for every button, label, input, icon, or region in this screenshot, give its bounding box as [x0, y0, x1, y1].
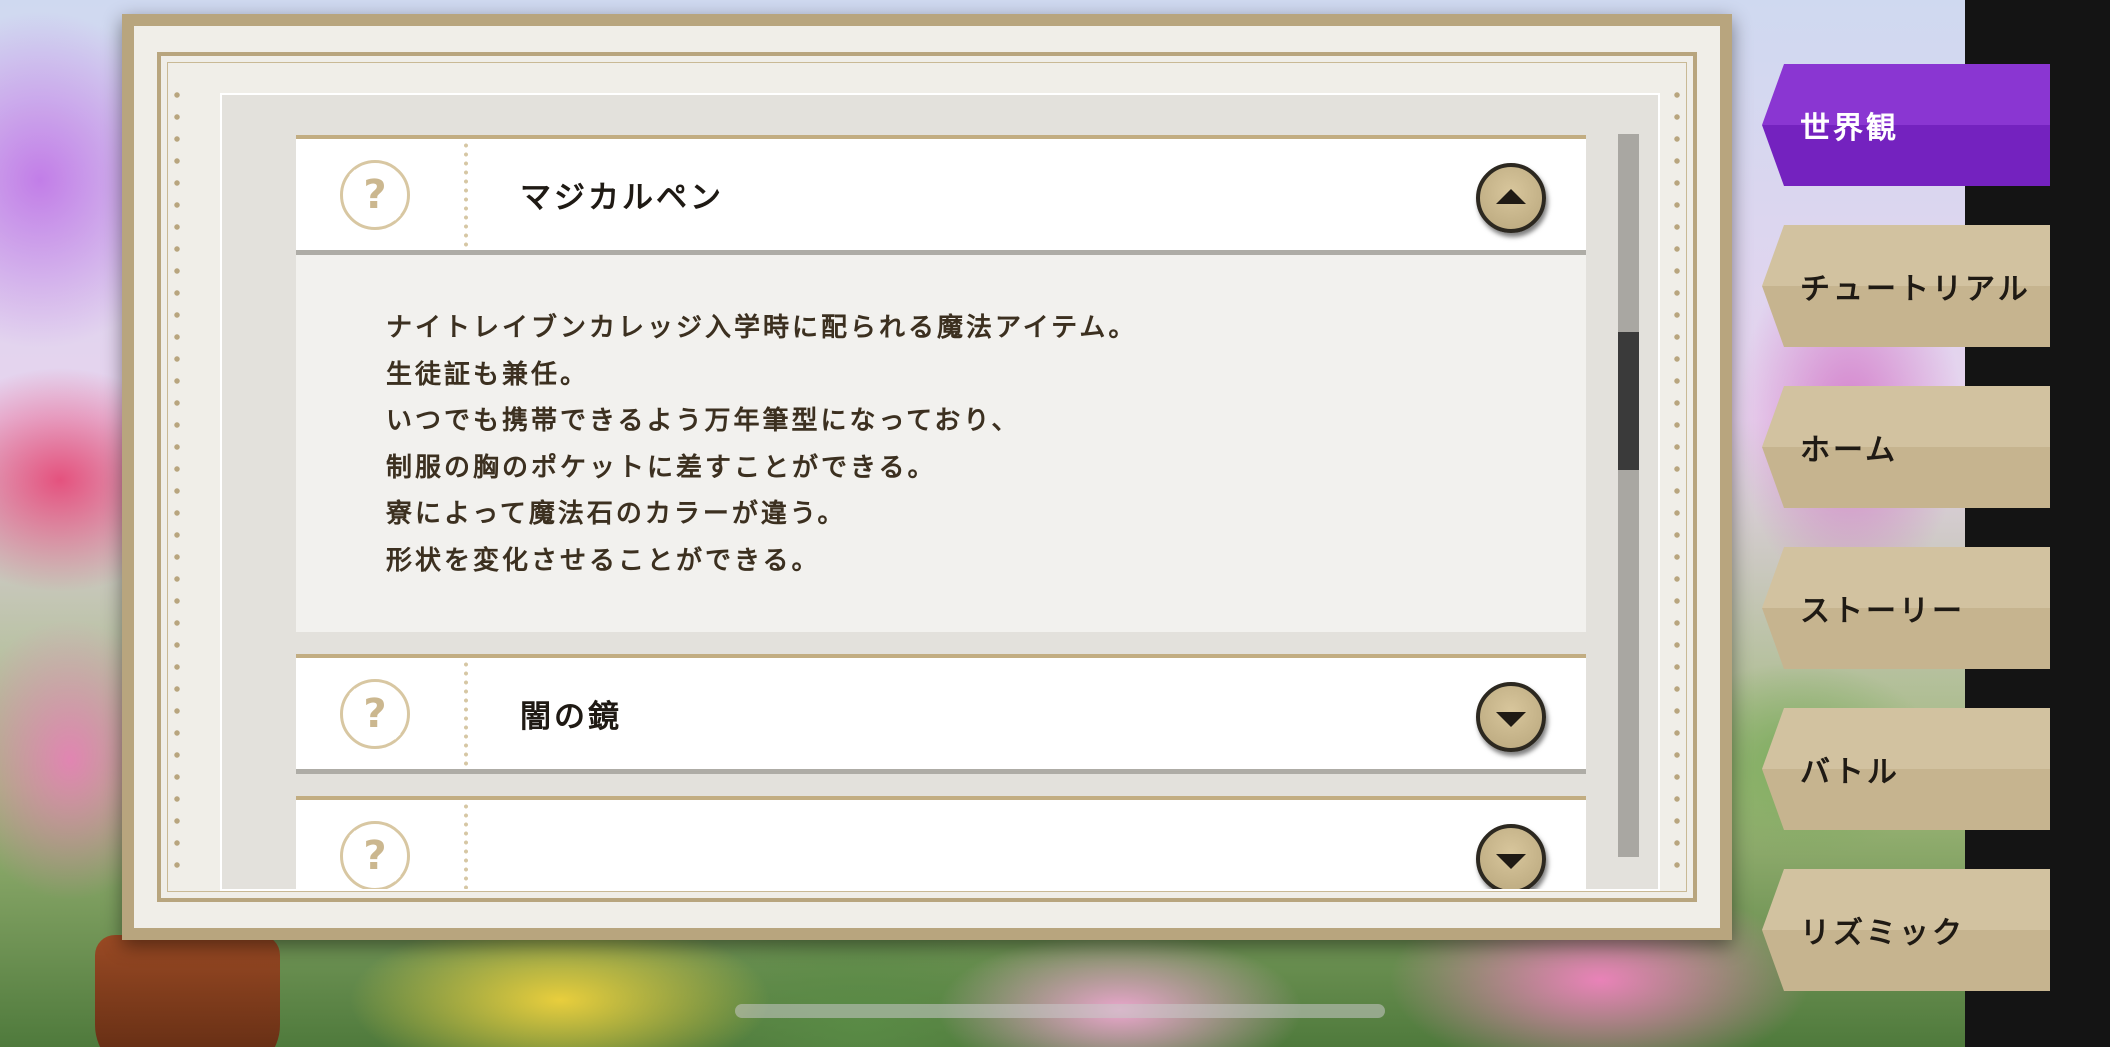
dotted-border-right	[1674, 84, 1680, 870]
description-line: 制服の胸のポケットに差すことができる。	[386, 452, 937, 483]
dotted-border-left	[174, 84, 180, 870]
tab-tutorial[interactable]: チュートリアル	[1762, 225, 2050, 347]
description-line: 生徒証も兼任。	[386, 359, 590, 390]
accordion-item-partial: ?	[296, 796, 1586, 889]
accordion-list: ? マジカルペン ナイトレイブンカレッジ入学時に配られる魔法アイテム。 生徒証も…	[296, 135, 1586, 889]
scrollbar-track[interactable]	[1618, 134, 1639, 857]
description-line: いつでも携帯できるよう万年筆型になっており、	[386, 406, 1021, 436]
chevron-down-icon	[1496, 853, 1526, 869]
accordion-header[interactable]: ? 闇の鏡	[296, 654, 1586, 774]
bottom-scroll-indicator	[735, 1004, 1385, 1018]
chevron-up-icon	[1496, 188, 1526, 204]
glossary-list-container[interactable]: ? マジカルペン ナイトレイブンカレッジ入学時に配られる魔法アイテム。 生徒証も…	[220, 93, 1660, 891]
description-line: 寮によって魔法石のカラーが違う。	[386, 499, 847, 529]
expand-button[interactable]	[1476, 682, 1546, 752]
dotted-divider	[464, 141, 468, 248]
question-mark-icon: ?	[340, 679, 410, 749]
dotted-divider	[464, 802, 468, 889]
accordion-body: ナイトレイブンカレッジ入学時に配られる魔法アイテム。 生徒証も兼任。 いつでも携…	[296, 255, 1586, 632]
scrollbar-thumb[interactable]	[1618, 332, 1639, 470]
question-mark-icon: ?	[340, 160, 410, 230]
dotted-divider	[464, 660, 468, 767]
expand-button[interactable]	[1476, 824, 1546, 889]
tab-rhythmic[interactable]: リズミック	[1762, 869, 2050, 991]
accordion-item-mirror-of-darkness: ? 闇の鏡	[296, 654, 1586, 774]
chevron-down-icon	[1496, 711, 1526, 727]
panel-inner: ? マジカルペン ナイトレイブンカレッジ入学時に配られる魔法アイテム。 生徒証も…	[134, 26, 1720, 928]
tab-home[interactable]: ホーム	[1762, 386, 2050, 508]
collapse-button[interactable]	[1476, 163, 1546, 233]
question-mark-icon: ?	[340, 821, 410, 889]
accordion-header[interactable]: ?	[296, 796, 1586, 889]
tab-battle[interactable]: バトル	[1762, 708, 2050, 830]
description-line: ナイトレイブンカレッジ入学時に配られる魔法アイテム。	[386, 313, 1138, 343]
accordion-title: 闇の鏡	[520, 699, 622, 735]
accordion-header[interactable]: ? マジカルペン	[296, 135, 1586, 255]
accordion-title: マジカルペン	[520, 180, 724, 216]
glossary-panel: ? マジカルペン ナイトレイブンカレッジ入学時に配られる魔法アイテム。 生徒証も…	[122, 14, 1732, 940]
description-line: 形状を変化させることができる。	[386, 545, 821, 576]
flower-pot	[95, 935, 280, 1047]
accordion-item-magical-pen: ? マジカルペン ナイトレイブンカレッジ入学時に配られる魔法アイテム。 生徒証も…	[296, 135, 1586, 632]
tab-world-view[interactable]: 世界観	[1762, 64, 2050, 186]
tab-story[interactable]: ストーリー	[1762, 547, 2050, 669]
